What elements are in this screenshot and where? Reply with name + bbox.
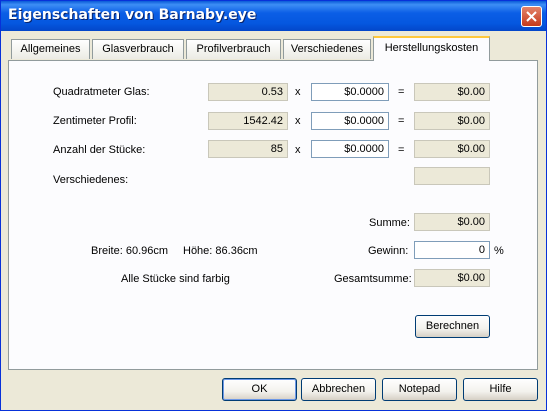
tab-verschiedenes[interactable]: Verschiedenes xyxy=(283,39,371,59)
gewinn-label: Gewinn: xyxy=(368,245,409,257)
gesamtsumme-label: Gesamtsumme: xyxy=(334,273,412,285)
glass-area-label: Quadratmeter Glas: xyxy=(53,86,150,98)
ok-button[interactable]: OK xyxy=(222,378,297,401)
tab-allgemeines[interactable]: Allgemeines xyxy=(11,39,90,59)
tab-herstellungskosten[interactable]: Herstellungskosten xyxy=(373,36,490,61)
cancel-button[interactable]: Abbrechen xyxy=(301,378,376,401)
misc-label: Verschiedenes: xyxy=(53,174,129,186)
equals-operator: = xyxy=(398,115,405,127)
percent-unit: % xyxy=(494,245,504,257)
gesamtsumme-value: $0.00 xyxy=(414,269,490,287)
piece-total: $0.00 xyxy=(414,140,490,158)
equals-operator: = xyxy=(398,86,405,98)
glass-price-input[interactable]: $0.0000 xyxy=(311,83,389,101)
window-title: Eigenschaften von Barnaby.eye xyxy=(8,7,257,23)
summe-label: Summe: xyxy=(369,217,410,229)
title-bar[interactable]: Eigenschaften von Barnaby.eye xyxy=(1,1,546,31)
piece-price-input[interactable]: $0.0000 xyxy=(311,140,389,158)
profile-length-quantity: 1542.42 xyxy=(208,112,288,130)
glass-area-quantity: 0.53 xyxy=(208,83,288,101)
profit-input[interactable]: 0 xyxy=(414,241,490,259)
profile-length-label: Zentimeter Profil: xyxy=(53,115,137,127)
piece-count-quantity: 85 xyxy=(208,140,288,158)
notepad-button[interactable]: Notepad xyxy=(382,378,457,401)
equals-operator: = xyxy=(398,144,405,156)
height-text: Höhe: 86.36cm xyxy=(183,245,258,257)
tab-profilverbrauch[interactable]: Profilverbrauch xyxy=(186,39,281,59)
misc-total xyxy=(414,167,490,185)
tab-glasverbrauch[interactable]: Glasverbrauch xyxy=(92,39,184,59)
width-text: Breite: 60.96cm xyxy=(91,245,169,257)
profile-total: $0.00 xyxy=(414,112,490,130)
properties-dialog: Eigenschaften von Barnaby.eye Allgemeine… xyxy=(0,0,547,411)
berechnen-button[interactable]: Berechnen xyxy=(415,315,490,338)
summe-value: $0.00 xyxy=(414,213,490,231)
profile-price-input[interactable]: $0.0000 xyxy=(311,112,389,130)
times-operator: x xyxy=(295,86,301,98)
help-button[interactable]: Hilfe xyxy=(463,378,538,401)
glass-total: $0.00 xyxy=(414,83,490,101)
colored-note: Alle Stücke sind farbig xyxy=(121,273,230,285)
times-operator: x xyxy=(295,144,301,156)
close-icon xyxy=(526,11,537,22)
times-operator: x xyxy=(295,115,301,127)
close-button[interactable] xyxy=(521,6,542,27)
piece-count-label: Anzahl der Stücke: xyxy=(53,144,146,156)
